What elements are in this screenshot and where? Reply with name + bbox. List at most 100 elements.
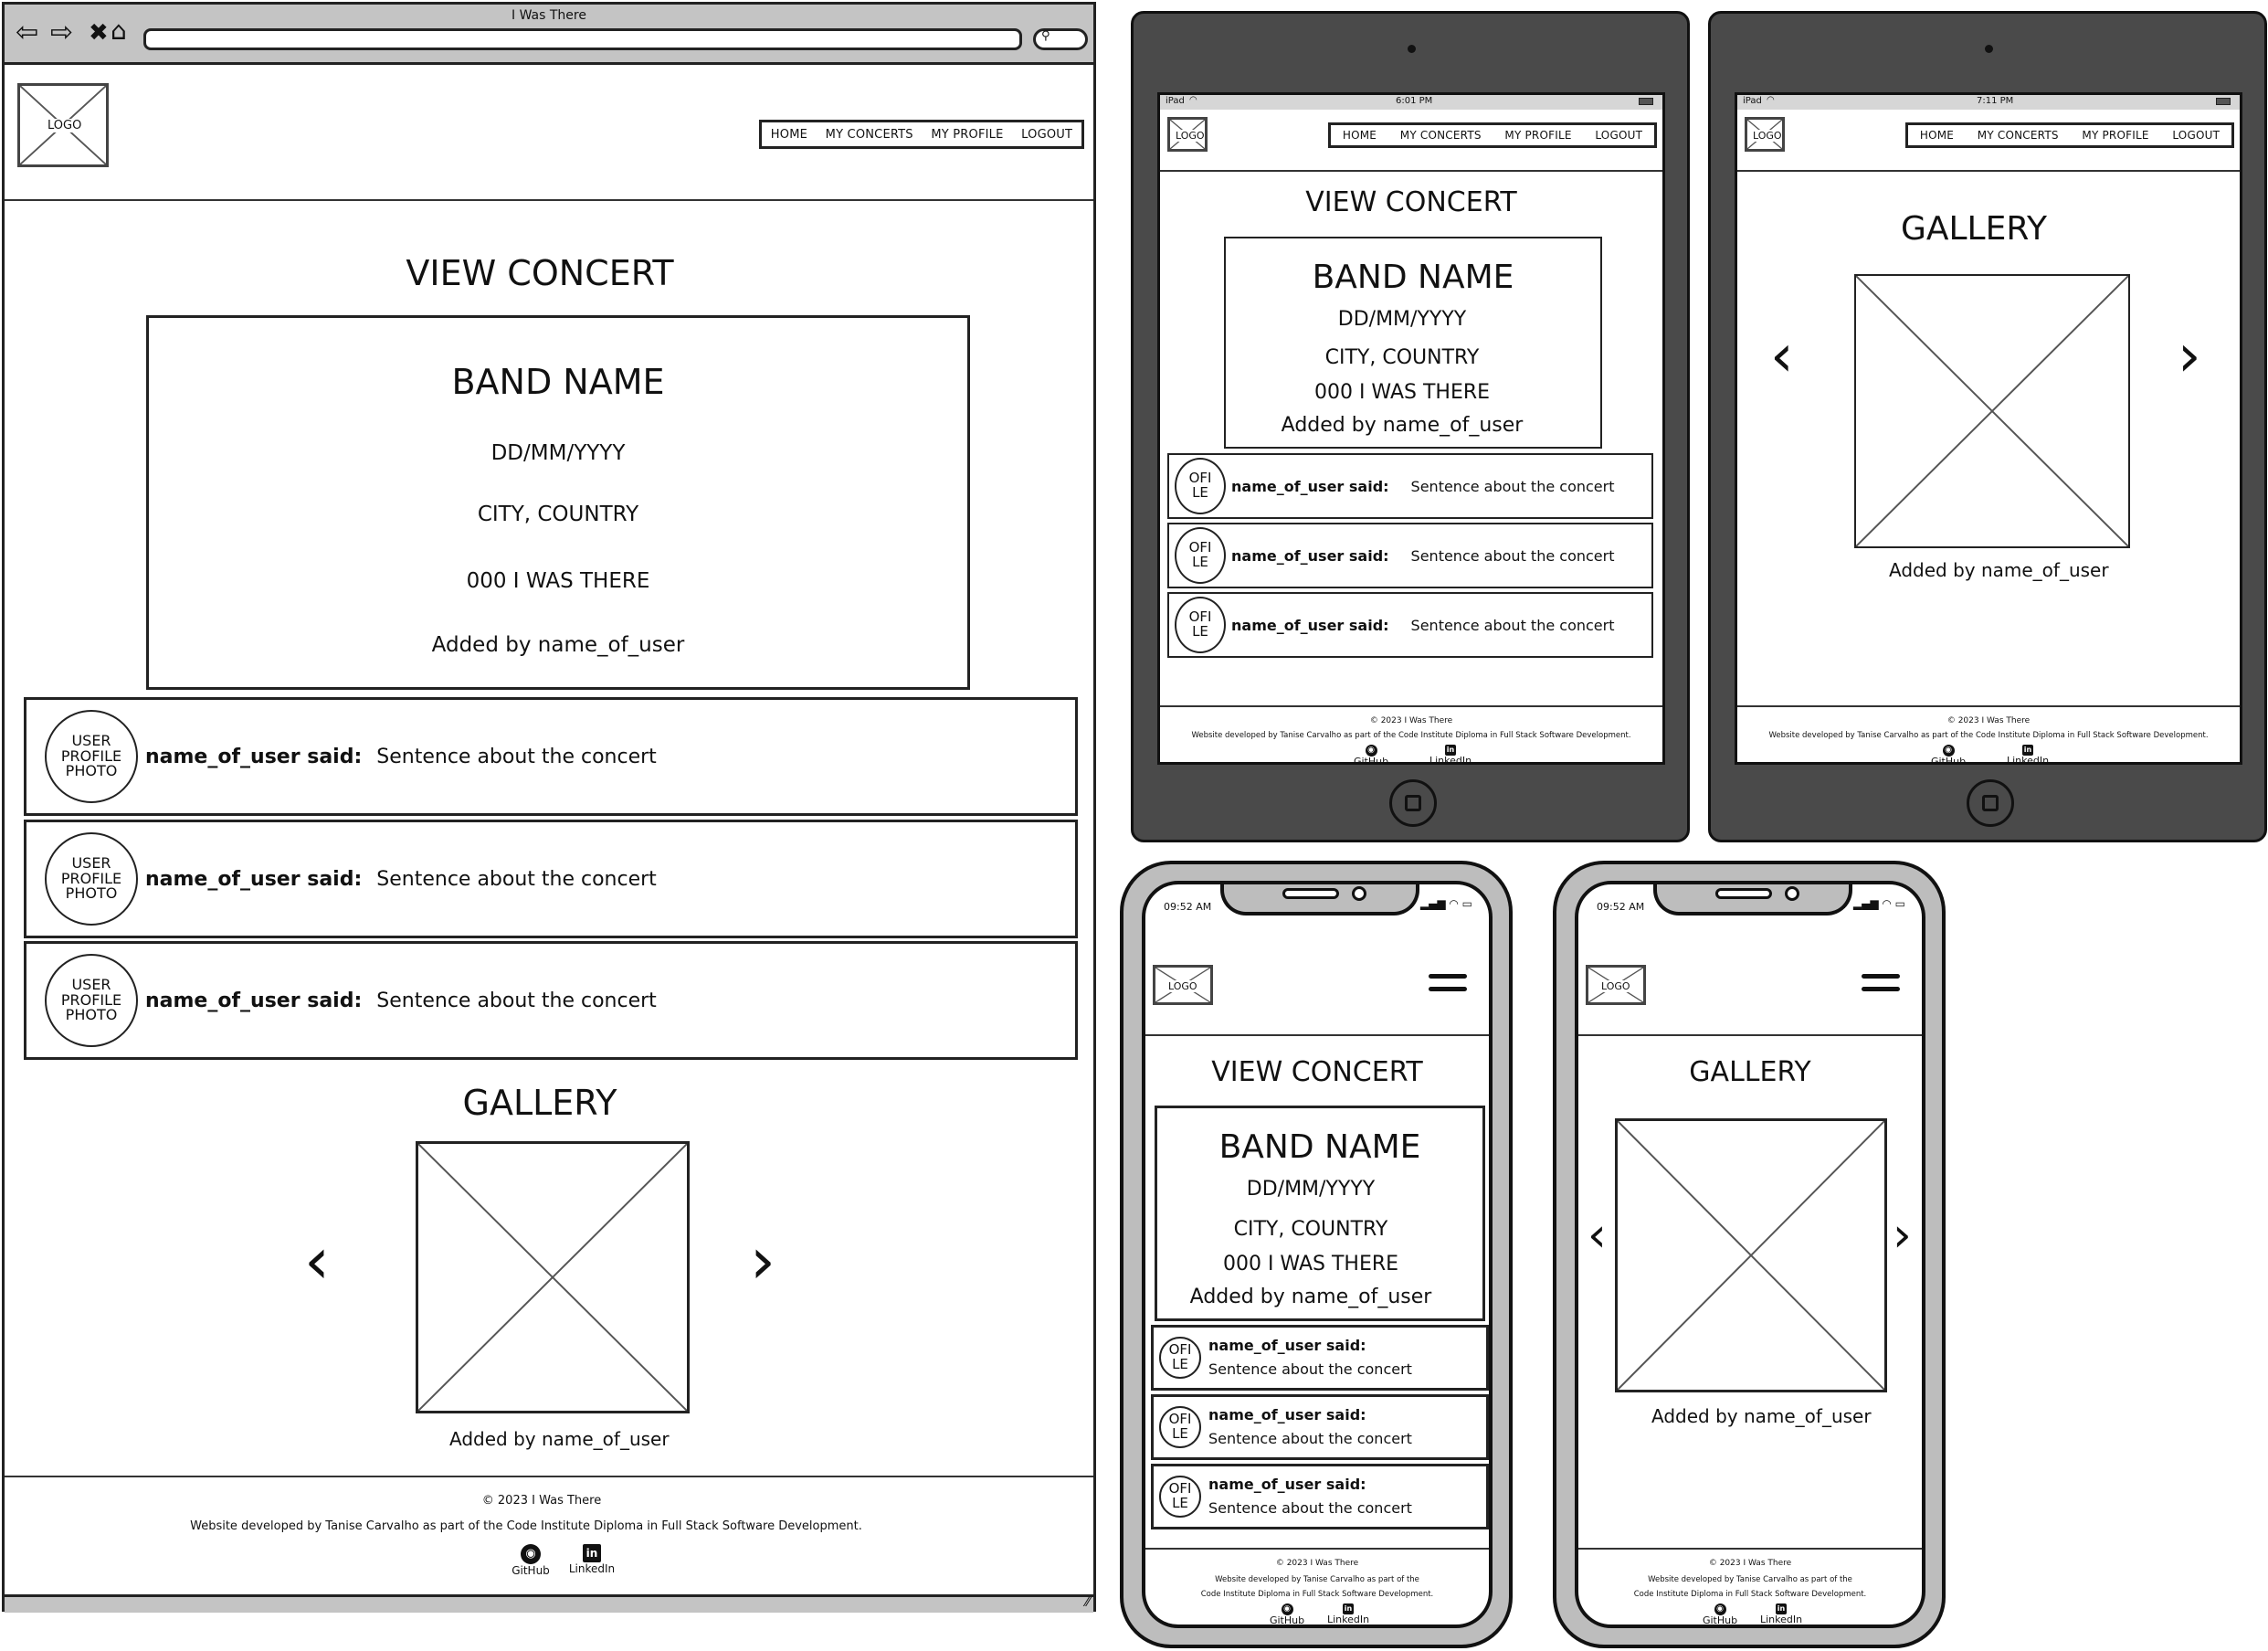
tablet-nav: HOME MY CONCERTS MY PROFILE LOGOUT — [1328, 122, 1657, 148]
resize-handle-icon[interactable]: ⁄⁄ — [1085, 1595, 1090, 1610]
phone-screen: 09:52 AM ▂▄▆ ◠ ▭ LOGO GALLERY ‹ › Added … — [1575, 881, 1925, 1628]
tablet-gallery: iPad ◠ 7:11 PM LOGO HOME MY CONCERTS MY … — [1708, 11, 2267, 842]
comment-item: OFI LE name_of_user said: Sentence about… — [1151, 1464, 1489, 1529]
gallery-prev-icon[interactable]: ‹ — [1588, 1212, 1607, 1259]
band-name: BAND NAME — [451, 362, 665, 402]
page-title: VIEW CONCERT — [1211, 1056, 1423, 1088]
nav-my-profile[interactable]: MY PROFILE — [2082, 129, 2148, 142]
close-icon[interactable]: ✖ — [89, 19, 109, 47]
browser-titlebar: I Was There ⇦ ⇨ ✖ ⌂ ⚲ — [5, 5, 1093, 65]
nav-my-concerts[interactable]: MY CONCERTS — [1400, 129, 1482, 142]
footer-copyright: © 2023 I Was There — [481, 1494, 602, 1508]
page-title: VIEW CONCERT — [406, 253, 674, 293]
wifi-icon: ◠ — [1767, 95, 1775, 105]
comment-user: name_of_user said: — [145, 867, 363, 891]
nav-home[interactable]: HOME — [1920, 129, 1954, 142]
avatar: OFI LE — [1159, 1337, 1201, 1379]
search-icon: ⚲ — [1041, 29, 1050, 43]
battery-icon — [2216, 98, 2231, 105]
comment-item: USER PROFILE PHOTO name_of_user said: Se… — [24, 697, 1078, 816]
concert-card: BAND NAME DD/MM/YYYY CITY, COUNTRY 000 I… — [146, 315, 970, 690]
concert-date: DD/MM/YYYY — [491, 441, 626, 465]
tablet-logo: LOGO — [1745, 117, 1785, 152]
nav-home[interactable]: HOME — [771, 128, 807, 142]
nav-my-concerts[interactable]: MY CONCERTS — [1978, 129, 2059, 142]
page-title: VIEW CONCERT — [1305, 186, 1517, 218]
avatar: USER PROFILE PHOTO — [45, 710, 138, 803]
battery-icon — [1639, 98, 1653, 105]
signal-wifi-battery-icon: ▂▄▆ ◠ ▭ — [1419, 897, 1472, 910]
phone-logo: LOGO — [1153, 965, 1213, 1005]
search-button[interactable]: ⚲ — [1033, 28, 1088, 50]
avatar: OFI LE — [1175, 597, 1226, 653]
concert-card: BAND NAME DD/MM/YYYY CITY, COUNTRY 000 I… — [1224, 237, 1602, 449]
comment-text: Sentence about the concert — [376, 745, 657, 768]
concert-card: BAND NAME DD/MM/YYYY CITY, COUNTRY 000 I… — [1155, 1106, 1485, 1321]
nav-my-profile[interactable]: MY PROFILE — [931, 128, 1003, 142]
comment-user: name_of_user said: — [145, 745, 363, 768]
hamburger-menu-icon[interactable] — [1429, 974, 1467, 996]
linkedin-link[interactable]: in LinkedIn — [2000, 744, 2055, 762]
gallery-prev-icon[interactable]: ‹ — [1770, 327, 1794, 386]
concert-location: CITY, COUNTRY — [477, 503, 639, 526]
gallery-image — [1854, 274, 2130, 548]
gallery-next-icon[interactable]: › — [1893, 1212, 1912, 1259]
gallery-title: GALLERY — [1689, 1056, 1811, 1088]
github-link[interactable]: ◉ GitHub — [1925, 744, 1971, 762]
added-by: Added by name_of_user — [431, 633, 685, 657]
linkedin-link[interactable]: in LinkedIn — [1754, 1603, 1809, 1625]
github-link[interactable]: ◉ GitHub — [1264, 1603, 1310, 1625]
camera-dot — [1408, 45, 1416, 53]
github-link[interactable]: ◉ GitHub — [1348, 744, 1394, 762]
home-button[interactable] — [1967, 779, 2014, 827]
avatar: OFI LE — [1159, 1406, 1201, 1448]
nav-logout[interactable]: LOGOUT — [1595, 129, 1642, 142]
gallery-next-icon[interactable]: › — [750, 1229, 775, 1293]
gallery-image — [1615, 1118, 1887, 1392]
tablet-view-concert: iPad ◠ 6:01 PM LOGO HOME MY CONCERTS MY … — [1131, 11, 1690, 842]
hamburger-menu-icon[interactable] — [1862, 974, 1900, 996]
comment-text: Sentence about the concert — [376, 989, 657, 1012]
desktop-nav: HOME MY CONCERTS MY PROFILE LOGOUT — [759, 120, 1084, 149]
phone-notch — [1220, 884, 1419, 915]
avatar: OFI LE — [1175, 527, 1226, 584]
gallery-prev-icon[interactable]: ‹ — [304, 1229, 330, 1293]
linkedin-link[interactable]: in LinkedIn — [1423, 744, 1478, 762]
address-bar[interactable] — [143, 28, 1022, 50]
nav-home[interactable]: HOME — [1343, 129, 1377, 142]
i-was-there-count[interactable]: 000 I WAS THERE — [149, 569, 967, 593]
phone-logo: LOGO — [1586, 965, 1646, 1005]
nav-logout[interactable]: LOGOUT — [2172, 129, 2220, 142]
gallery-image — [416, 1141, 690, 1413]
wifi-icon: ◠ — [1189, 95, 1197, 105]
signal-wifi-battery-icon: ▂▄▆ ◠ ▭ — [1852, 897, 1905, 910]
comment-user: name_of_user said: — [145, 989, 363, 1012]
comment-item: OFI LE name_of_user said: Sentence about… — [1167, 592, 1653, 658]
gallery-title: GALLERY — [462, 1083, 617, 1123]
back-icon[interactable]: ⇦ — [16, 19, 38, 47]
github-link[interactable]: ◉ GitHub — [508, 1543, 554, 1577]
status-bar: ⁄⁄ — [5, 1594, 1093, 1613]
phone-notch — [1653, 884, 1852, 915]
linkedin-link[interactable]: in LinkedIn — [564, 1543, 619, 1575]
avatar: USER PROFILE PHOTO — [45, 832, 138, 926]
window-title: I Was There — [512, 8, 586, 23]
github-link[interactable]: ◉ GitHub — [1697, 1603, 1743, 1625]
gallery-added-by: Added by name_of_user — [449, 1428, 670, 1450]
tablet-screen: iPad ◠ 7:11 PM LOGO HOME MY CONCERTS MY … — [1735, 92, 2242, 765]
home-button[interactable] — [1389, 779, 1437, 827]
linkedin-link[interactable]: in LinkedIn — [1321, 1603, 1376, 1625]
comment-item: OFI LE name_of_user said: Sentence about… — [1151, 1325, 1489, 1391]
forward-icon[interactable]: ⇨ — [50, 19, 73, 47]
home-icon[interactable]: ⌂ — [111, 17, 127, 45]
gallery-next-icon[interactable]: › — [2178, 327, 2201, 386]
camera-dot — [1985, 45, 1993, 53]
avatar: USER PROFILE PHOTO — [45, 954, 138, 1047]
nav-my-concerts[interactable]: MY CONCERTS — [826, 128, 913, 142]
nav-my-profile[interactable]: MY PROFILE — [1504, 129, 1571, 142]
nav-logout[interactable]: LOGOUT — [1021, 128, 1072, 142]
comment-item: OFI LE name_of_user said: Sentence about… — [1151, 1394, 1489, 1460]
desktop-logo: LOGO — [17, 83, 109, 167]
gallery-title: GALLERY — [1900, 210, 2048, 248]
github-icon: ◉ — [521, 1544, 541, 1564]
